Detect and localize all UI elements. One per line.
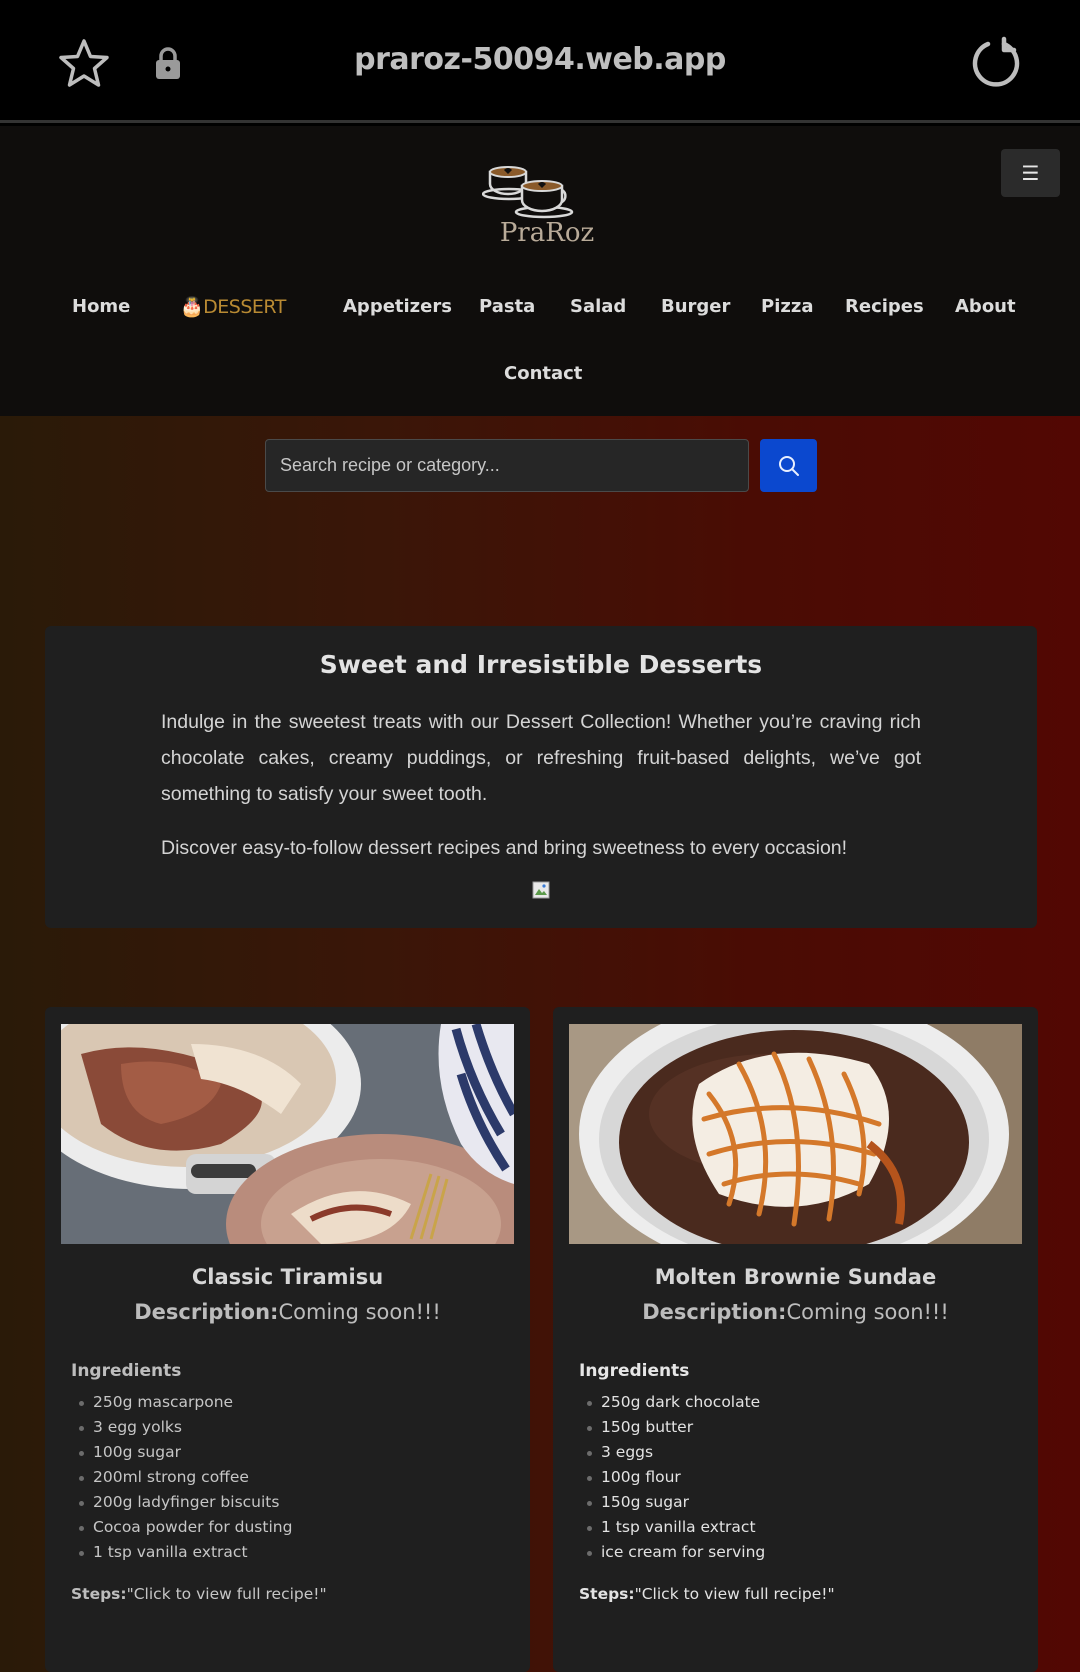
search-input[interactable] xyxy=(265,439,749,492)
description-label: Description: xyxy=(134,1300,279,1324)
list-item: 250g dark chocolate xyxy=(586,1390,765,1415)
list-item: 100g flour xyxy=(586,1465,765,1490)
tiramisu-photo[interactable] xyxy=(61,1024,514,1244)
list-item: ice cream for serving xyxy=(586,1540,765,1565)
steps-link[interactable]: Steps:"Click to view full recipe!" xyxy=(71,1585,327,1603)
site-header: PraRoz ☰ Home 🎂DESSERT Appetizers Pasta … xyxy=(0,126,1080,416)
logo-text[interactable]: PraRoz xyxy=(0,218,1080,248)
list-item: 250g mascarpone xyxy=(78,1390,292,1415)
intro-paragraph: Indulge in the sweetest treats with our … xyxy=(161,711,921,805)
recipe-card[interactable]: Molten Brownie Sundae Description:Coming… xyxy=(553,1007,1038,1672)
ingredients-heading: Ingredients xyxy=(579,1361,690,1381)
nav-recipes[interactable]: Recipes xyxy=(845,296,924,317)
nav-home[interactable]: Home xyxy=(72,296,130,317)
list-item: 1 tsp vanilla extract xyxy=(586,1515,765,1540)
search-button[interactable] xyxy=(760,439,817,492)
description-text: Coming soon!!! xyxy=(278,1300,441,1324)
ingredients-list: 250g mascarpone 3 egg yolks 100g sugar 2… xyxy=(78,1390,292,1565)
brownie-sundae-photo[interactable] xyxy=(569,1024,1022,1244)
hamburger-menu-button[interactable]: ☰ xyxy=(1001,149,1060,197)
nav-pizza[interactable]: Pizza xyxy=(761,296,813,317)
broken-image-icon xyxy=(532,881,550,899)
list-item: 200ml strong coffee xyxy=(78,1465,292,1490)
nav-appetizers[interactable]: Appetizers xyxy=(343,296,452,317)
search-icon xyxy=(779,456,799,476)
list-item: 1 tsp vanilla extract xyxy=(78,1540,292,1565)
nav-burger[interactable]: Burger xyxy=(661,296,730,317)
steps-label: Steps: xyxy=(579,1585,635,1603)
intro-paragraph-secondary: Discover easy-to-follow dessert recipes … xyxy=(161,837,848,859)
nav-salad[interactable]: Salad xyxy=(570,296,626,317)
nav-pasta[interactable]: Pasta xyxy=(479,296,535,317)
list-item: 150g sugar xyxy=(586,1490,765,1515)
reload-icon[interactable] xyxy=(968,36,1024,92)
list-item: Cocoa powder for dusting xyxy=(78,1515,292,1540)
browser-toolbar: praroz-50094.web.app xyxy=(0,0,1080,123)
recipe-description: Description:Coming soon!!! xyxy=(45,1300,530,1324)
list-item: 200g ladyfinger biscuits xyxy=(78,1490,292,1515)
list-item: 100g sugar xyxy=(78,1440,292,1465)
recipe-description: Description:Coming soon!!! xyxy=(553,1300,1038,1324)
recipe-title[interactable]: Molten Brownie Sundae xyxy=(553,1265,1038,1289)
recipe-title[interactable]: Classic Tiramisu xyxy=(45,1265,530,1289)
recipe-card[interactable]: Classic Tiramisu Description:Coming soon… xyxy=(45,1007,530,1672)
ingredients-heading: Ingredients xyxy=(71,1361,182,1381)
steps-link[interactable]: Steps:"Click to view full recipe!" xyxy=(579,1585,835,1603)
description-label: Description: xyxy=(642,1300,787,1324)
intro-card: Sweet and Irresistible Desserts Indulge … xyxy=(45,626,1037,928)
list-item: 3 egg yolks xyxy=(78,1415,292,1440)
url-bar[interactable]: praroz-50094.web.app xyxy=(0,42,1080,77)
list-item: 150g butter xyxy=(586,1415,765,1440)
steps-text[interactable]: "Click to view full recipe!" xyxy=(635,1585,835,1603)
steps-label: Steps: xyxy=(71,1585,127,1603)
nav-dessert[interactable]: 🎂DESSERT xyxy=(180,295,286,318)
list-item: 3 eggs xyxy=(586,1440,765,1465)
steps-text[interactable]: "Click to view full recipe!" xyxy=(127,1585,327,1603)
nav-contact[interactable]: Contact xyxy=(504,363,582,384)
ingredients-list: 250g dark chocolate 150g butter 3 eggs 1… xyxy=(586,1390,765,1565)
description-text: Coming soon!!! xyxy=(786,1300,949,1324)
nav-about[interactable]: About xyxy=(955,296,1016,317)
intro-title: Sweet and Irresistible Desserts xyxy=(319,650,763,679)
coffee-cups-logo-icon[interactable] xyxy=(482,160,592,220)
